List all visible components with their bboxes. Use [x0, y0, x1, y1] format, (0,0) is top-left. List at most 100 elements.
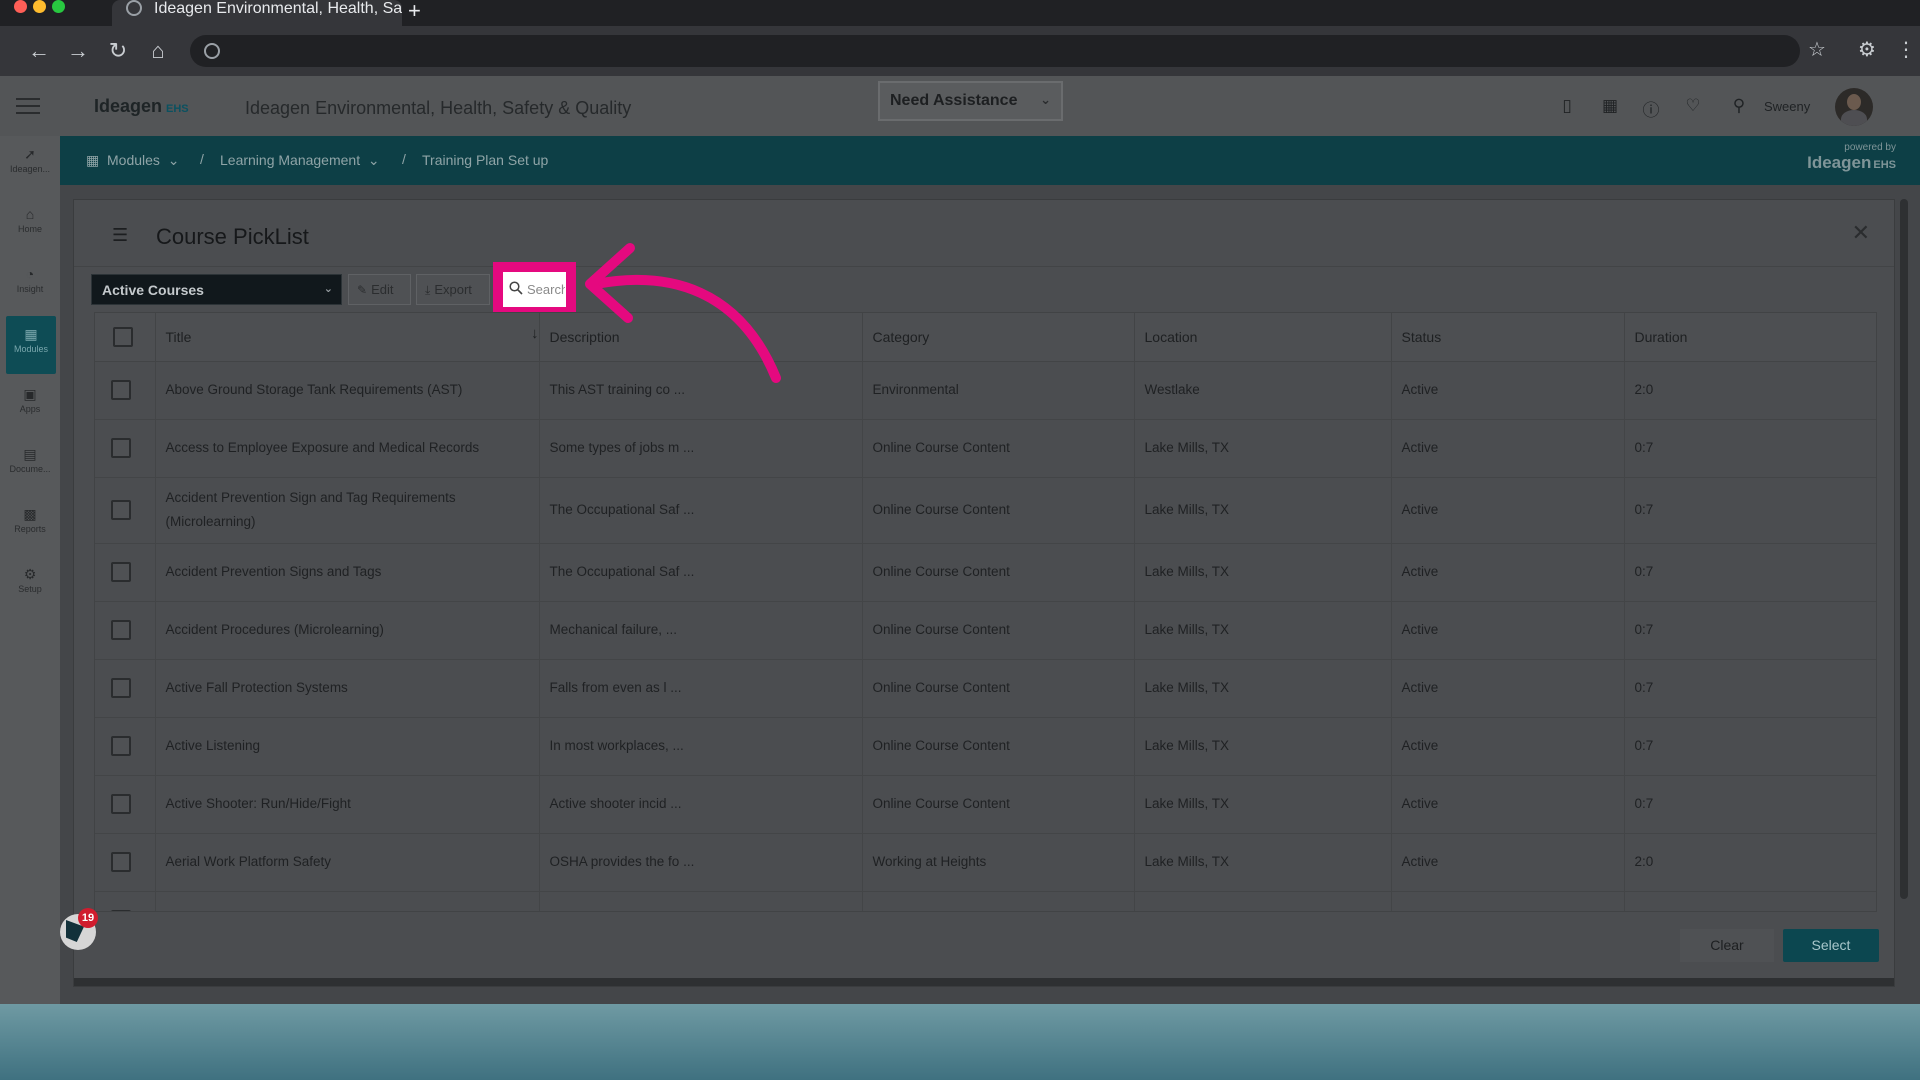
desktop-background	[0, 1004, 1920, 1080]
location-pin-icon[interactable]: ⚲	[1728, 96, 1750, 118]
row-checkbox[interactable]	[111, 852, 131, 873]
breadcrumb-training-plan[interactable]: Training Plan Set up	[422, 152, 548, 168]
cell-status: Active	[1391, 659, 1625, 718]
browser-tab[interactable]: Ideagen Environmental, Health, Sa	[112, 0, 402, 26]
need-assistance-dropdown[interactable]: Need Assistance ⌄	[878, 81, 1063, 121]
user-name[interactable]: Sweeny	[1764, 99, 1810, 114]
download-icon: ⤓	[425, 283, 431, 297]
home-button[interactable]: ⌂	[143, 36, 173, 66]
brand-logo[interactable]: Ideagen EHS	[94, 96, 189, 117]
column-header-location[interactable]: Location	[1134, 313, 1392, 362]
column-header-category[interactable]: Category	[862, 313, 1135, 362]
table-row[interactable]: Above Ground Storage Tank Requirements (…	[95, 361, 1876, 420]
bell-icon[interactable]: ♡	[1682, 96, 1704, 118]
app-header: Ideagen EHS Ideagen Environmental, Health…	[0, 76, 1920, 136]
window-zoom-button[interactable]	[52, 0, 65, 13]
sidebar-item-ideagen[interactable]: ➚ Ideagen...	[0, 136, 60, 194]
sidebar-item-modules[interactable]: ▦ Modules	[6, 316, 56, 374]
table-row[interactable]: Active Fall Protection Systems Falls fro…	[95, 659, 1876, 718]
row-checkbox[interactable]	[111, 910, 131, 911]
cell-title: Access to Employee Exposure and Medical …	[155, 419, 540, 478]
reload-button[interactable]: ↻	[103, 36, 133, 66]
address-bar[interactable]	[190, 35, 1800, 67]
sidebar-item-insight[interactable]: ◔ Insight	[0, 256, 60, 314]
help-icon[interactable]: ⓘ	[1640, 96, 1662, 120]
avatar[interactable]	[1835, 88, 1873, 126]
back-button[interactable]: ←	[24, 36, 54, 66]
horizontal-scrollbar[interactable]	[74, 978, 1894, 986]
row-checkbox[interactable]	[111, 380, 131, 401]
sort-arrow-icon[interactable]: ↓	[531, 325, 539, 342]
app-title: Ideagen Environmental, Health, Safety & …	[245, 98, 632, 118]
sidebar-item-home[interactable]: ⌂ Home	[0, 196, 60, 254]
search-input[interactable]	[527, 279, 565, 299]
course-filter-select[interactable]: Active Courses ⌄	[91, 274, 342, 305]
window-close-button[interactable]	[14, 0, 27, 13]
select-button[interactable]: Select	[1783, 929, 1879, 962]
table-row[interactable]: Accident Procedures (Microlearning) Mech…	[95, 601, 1876, 660]
extensions-puzzle-icon[interactable]: ⚙	[1858, 37, 1876, 62]
sidebar-item-apps[interactable]: ▣ Apps	[0, 376, 60, 434]
column-header-description[interactable]: Description	[539, 313, 863, 362]
cell-status: Active	[1391, 833, 1625, 892]
mobile-device-icon[interactable]: ▯	[1556, 96, 1578, 118]
row-checkbox[interactable]	[111, 438, 131, 459]
table-row[interactable]: Access to Employee Exposure and Medical …	[95, 419, 1876, 478]
sidebar-item-label: Apps	[19, 404, 41, 414]
bookmark-star-icon[interactable]: ☆	[1808, 37, 1826, 62]
close-icon[interactable]: ✕	[1852, 220, 1870, 246]
hamburger-menu-icon[interactable]	[16, 98, 40, 114]
modules-grid-icon: ▦	[24, 326, 38, 342]
cell-category: Online Course Content	[862, 717, 1135, 776]
forward-button[interactable]: →	[63, 36, 93, 66]
cell-duration: 0:7	[1624, 659, 1876, 718]
new-tab-button[interactable]: +	[408, 0, 421, 24]
search-field[interactable]	[503, 272, 566, 307]
cell-description: OSHA provides the fo ...	[539, 833, 863, 892]
clear-button[interactable]: Clear	[1680, 929, 1774, 962]
calendar-icon[interactable]: ▦	[1599, 96, 1621, 118]
row-checkbox[interactable]	[111, 736, 131, 757]
row-checkbox[interactable]	[111, 500, 131, 521]
edit-button[interactable]: ✎ Edit	[348, 274, 411, 305]
export-button[interactable]: ⤓ Export	[416, 274, 490, 305]
sidebar-item-reports[interactable]: ▩ Reports	[0, 496, 60, 554]
apps-icon: ▣	[23, 386, 37, 402]
breadcrumb-learning-management[interactable]: Learning Management ⌄	[220, 152, 380, 169]
table-row[interactable]	[95, 891, 1876, 911]
edit-button-label: Edit	[371, 282, 394, 297]
table-row[interactable]: Accident Prevention Sign and Tag Require…	[95, 477, 1876, 544]
row-checkbox-cell	[95, 361, 156, 420]
table-row[interactable]: Aerial Work Platform Safety OSHA provide…	[95, 833, 1876, 892]
cell-location: Lake Mills, TX	[1134, 775, 1392, 834]
cell-status: Active	[1391, 601, 1625, 660]
row-checkbox[interactable]	[111, 620, 131, 641]
table-row[interactable]: Active Listening In most workplaces, ...…	[95, 717, 1876, 776]
cell-duration: 0:7	[1624, 419, 1876, 478]
row-checkbox[interactable]	[111, 678, 131, 699]
sidebar-item-documents[interactable]: ▤ Docume...	[0, 436, 60, 494]
cell-description	[539, 891, 863, 911]
vertical-scrollbar[interactable]	[1900, 199, 1908, 899]
column-header-status[interactable]: Status	[1391, 313, 1625, 362]
table-row[interactable]: Accident Prevention Signs and Tags The O…	[95, 543, 1876, 602]
cell-description: Mechanical failure, ...	[539, 601, 863, 660]
cell-category: Working at Heights	[862, 833, 1135, 892]
list-menu-icon[interactable]: ☰	[112, 226, 134, 244]
breadcrumb-modules[interactable]: ▦ Modules ⌄	[86, 152, 179, 169]
globe-icon	[204, 43, 220, 59]
chevron-down-icon: ⌄	[1040, 92, 1051, 107]
browser-menu-icon[interactable]: ⋮	[1896, 37, 1916, 62]
column-header-title[interactable]: Title ↓	[155, 313, 540, 362]
cell-description: This AST training co ...	[539, 361, 863, 420]
row-checkbox[interactable]	[111, 562, 131, 583]
window-minimize-button[interactable]	[33, 0, 46, 13]
chevron-down-icon: ⌄	[323, 283, 333, 295]
row-checkbox[interactable]	[111, 794, 131, 815]
sidebar-item-setup[interactable]: ⚙ Setup	[0, 556, 60, 614]
select-all-checkbox[interactable]	[113, 326, 133, 347]
column-header-duration[interactable]: Duration	[1624, 313, 1876, 362]
table-row[interactable]: Active Shooter: Run/Hide/Fight Active sh…	[95, 775, 1876, 834]
cell-status: Active	[1391, 717, 1625, 776]
chat-widget[interactable]: 19	[56, 908, 98, 950]
